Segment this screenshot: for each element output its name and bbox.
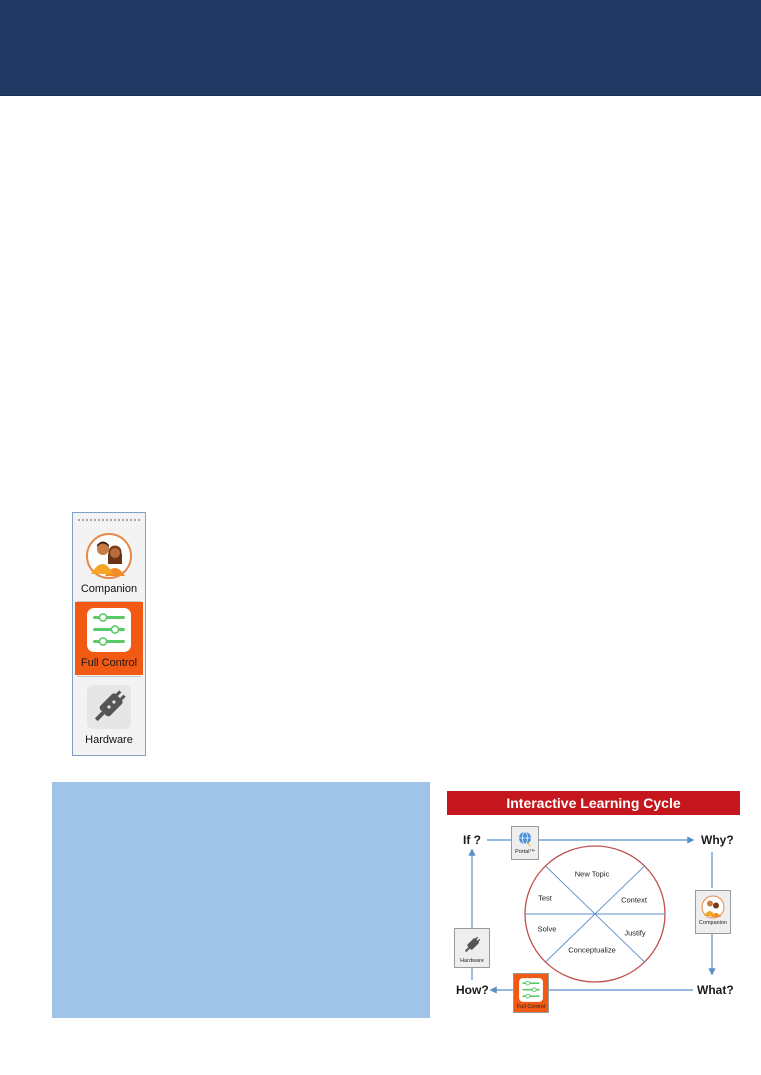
globe-pointer-icon xyxy=(519,831,531,848)
node-label-hardware: Hardware xyxy=(460,958,484,964)
sliders-icon xyxy=(519,978,543,1002)
wheel-label-context: Context xyxy=(621,895,647,905)
toolbar-button-companion[interactable]: Companion xyxy=(75,528,143,601)
corner-label-if: If ? xyxy=(463,833,481,847)
node-full-control: Full Control xyxy=(513,973,549,1013)
corner-label-how: How? xyxy=(456,983,489,997)
wheel-label-test: Test xyxy=(538,893,552,903)
node-label-companion: Companion xyxy=(698,920,728,926)
plug-icon xyxy=(464,936,481,953)
toolbar-label-companion: Companion xyxy=(80,583,138,595)
wheel-label-new-topic: New Topic xyxy=(574,869,610,879)
note-box xyxy=(52,782,430,1018)
plug-icon xyxy=(87,685,131,729)
toolbar-button-hardware[interactable]: Hardware xyxy=(75,679,143,752)
toolbar-label-full-control: Full Control xyxy=(80,657,138,669)
toolbar-separator xyxy=(77,676,141,677)
companion-icon xyxy=(86,533,132,579)
node-label-portal: Portal™ xyxy=(515,849,535,855)
node-hardware: Hardware xyxy=(454,928,490,968)
wheel-label-solve: Solve xyxy=(537,924,557,934)
header-band xyxy=(0,0,761,96)
companion-icon xyxy=(701,895,725,919)
toolbar-grip[interactable] xyxy=(78,519,140,521)
cycle-title: Interactive Learning Cycle xyxy=(447,791,740,815)
node-companion: Companion xyxy=(695,890,731,934)
toolbar-button-full-control[interactable]: Full Control xyxy=(75,602,143,675)
vertical-toolbar: Companion Full Control Hardware xyxy=(72,512,146,756)
corner-label-what: What? xyxy=(697,983,734,997)
toolbar-label-hardware: Hardware xyxy=(85,734,133,746)
corner-label-why: Why? xyxy=(701,833,734,847)
node-portal: Portal™ xyxy=(511,826,539,860)
learning-cycle-diagram: Interactive Learning Cycle If ? Why? Wha… xyxy=(445,788,741,1020)
sliders-icon xyxy=(87,608,131,652)
node-label-full-control: Full Control xyxy=(516,1004,546,1010)
wheel-label-justify: Justify xyxy=(624,928,646,938)
wheel-label-conceptualize: Conceptualize xyxy=(568,945,616,955)
